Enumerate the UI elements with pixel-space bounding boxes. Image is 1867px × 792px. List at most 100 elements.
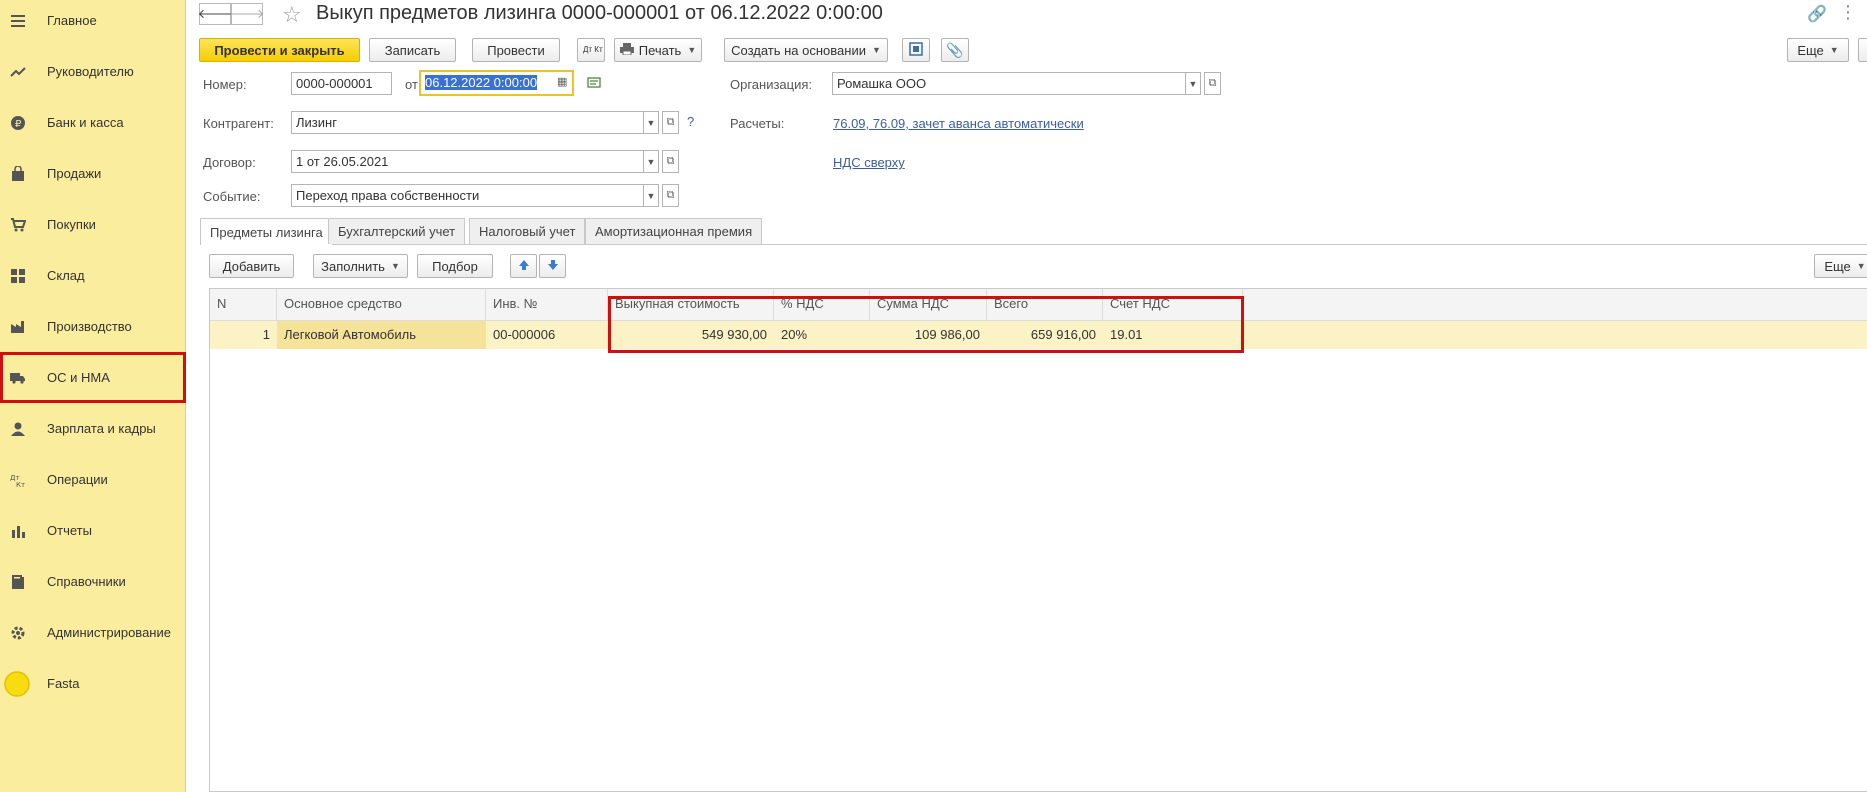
cell-total[interactable]: 659 916,00 (987, 321, 1103, 349)
cart-icon (9, 216, 27, 234)
sidebar-item-production[interactable]: Производство (0, 301, 186, 352)
settlements-label: Расчеты: (730, 116, 785, 131)
calendar-icon[interactable]: ▦ (557, 75, 567, 88)
tab-depreciation-bonus[interactable]: Амортизационная премия (585, 218, 763, 244)
arrow-up-icon (518, 259, 530, 274)
add-row-button[interactable]: Добавить (209, 254, 294, 278)
chevron-down-icon: ▼ (646, 117, 656, 128)
sidebar-item-fixed-assets[interactable]: ОС и НМА (0, 352, 186, 403)
coin-icon: ₽ (9, 114, 27, 132)
tab-leasing-items[interactable]: Предметы лизинга (200, 218, 333, 245)
more-label: Еще (1824, 258, 1851, 274)
contract-field[interactable]: 1 от 26.05.2021 (291, 150, 659, 173)
structure-button[interactable] (902, 38, 930, 62)
sidebar-item-label: Продажи (47, 166, 102, 181)
print-button[interactable]: Печать ▼ (614, 38, 702, 62)
sidebar-item-salary[interactable]: Зарплата и кадры (0, 403, 186, 454)
print-label: Печать (638, 42, 682, 58)
sidebar-item-bank[interactable]: ₽ Банк и касса (0, 97, 186, 148)
favorite-star-icon[interactable]: ☆ (282, 2, 302, 28)
contract-open-button[interactable]: ⧉ (662, 150, 679, 173)
cell-buyout[interactable]: 549 930,00 (608, 321, 774, 349)
move-up-button[interactable] (510, 254, 537, 278)
cell-vat-sum[interactable]: 109 986,00 (870, 321, 987, 349)
save-button[interactable]: Записать (369, 38, 456, 62)
sidebar-item-manager[interactable]: Руководителю (0, 46, 186, 97)
sidebar-item-warehouse[interactable]: Склад (0, 250, 186, 301)
more-vertical-icon[interactable]: ⋮ (1839, 2, 1857, 23)
sidebar-item-label: Покупки (47, 217, 96, 232)
sidebar-item-reports[interactable]: Отчеты (0, 505, 186, 556)
leasing-items-table: N Основное средство Инв. № Выкупная стои… (209, 288, 1867, 792)
settlements-link[interactable]: 76.09, 76.09, зачет аванса автоматически (833, 116, 1084, 131)
sidebar-item-sales[interactable]: Продажи (0, 148, 186, 199)
column-header-asset[interactable]: Основное средство (277, 289, 486, 320)
cell-n[interactable]: 1 (210, 321, 277, 349)
organization-dropdown[interactable]: ▼ (1185, 72, 1201, 95)
sidebar-item-purchases[interactable]: Покупки (0, 199, 186, 250)
sidebar-item-fasta[interactable]: Fasta (0, 658, 186, 709)
forward-button[interactable]: 🡒 (229, 3, 265, 25)
arrow-right-icon: 🡒 (229, 6, 265, 21)
cell-vat-account[interactable]: 19.01 (1103, 321, 1243, 349)
more-button[interactable]: Еще ▼ (1787, 38, 1849, 62)
help-icon[interactable]: ? (687, 114, 694, 129)
sidebar-item-label: Отчеты (47, 523, 92, 538)
tab-accounting[interactable]: Бухгалтерский учет (328, 218, 466, 244)
number-field[interactable]: 0000-000001 (291, 72, 392, 95)
factory-icon (9, 318, 27, 336)
move-down-button[interactable] (539, 254, 566, 278)
attach-button[interactable]: 📎 (941, 38, 969, 62)
sidebar-item-references[interactable]: Справочники (0, 556, 186, 607)
circle-icon (4, 670, 30, 697)
tab-tax[interactable]: Налоговый учет (469, 218, 586, 244)
vat-link[interactable]: НДС сверху (833, 155, 905, 170)
post-and-close-button[interactable]: Провести и закрыть (199, 38, 360, 62)
grid-icon (9, 267, 27, 285)
sidebar-item-admin[interactable]: Администрирование (0, 607, 186, 658)
cell-asset[interactable]: Легковой Автомобиль (277, 321, 486, 349)
back-button[interactable]: 🡐 (198, 3, 232, 25)
document-form: 🡐 🡒 ☆ Выкуп предметов лизинга 0000-00000… (187, 0, 1867, 792)
sidebar-item-main[interactable]: Главное (0, 0, 186, 46)
cell-vat-rate[interactable]: 20% (774, 321, 870, 349)
organization-open-button[interactable]: ⧉ (1204, 72, 1221, 95)
event-open-button[interactable]: ⧉ (662, 184, 679, 207)
column-header-vat-sum[interactable]: Сумма НДС (870, 289, 987, 320)
column-header-inv[interactable]: Инв. № (486, 289, 608, 320)
post-button[interactable]: Провести (472, 38, 560, 62)
contractor-open-button[interactable]: ⧉ (662, 111, 679, 134)
column-header-total[interactable]: Всего (987, 289, 1103, 320)
truck-icon (9, 369, 27, 387)
column-header-vat-rate[interactable]: % НДС (774, 289, 870, 320)
contract-dropdown[interactable]: ▼ (643, 150, 659, 173)
event-dropdown[interactable]: ▼ (643, 184, 659, 207)
organization-field[interactable]: Ромашка ООО (832, 72, 1201, 95)
contractor-dropdown[interactable]: ▼ (643, 111, 659, 134)
sidebar-item-label: Производство (47, 319, 132, 334)
link-icon[interactable]: 🔗 (1807, 4, 1827, 24)
create-based-on-button[interactable]: Создать на основании ▼ (724, 38, 888, 62)
gear-icon (9, 624, 27, 642)
history-icon[interactable] (587, 76, 603, 93)
help-button[interactable] (1858, 38, 1867, 62)
sidebar-item-label: Руководителю (47, 64, 134, 79)
page-title: Выкуп предметов лизинга 0000-000001 от 0… (316, 2, 883, 24)
cell-inv[interactable]: 00-000006 (486, 321, 608, 349)
sidebar-item-label: Зарплата и кадры (47, 421, 156, 436)
fill-button[interactable]: Заполнить ▼ (313, 254, 408, 278)
column-header-n[interactable]: N (210, 289, 277, 320)
sidebar-item-operations[interactable]: Дт Кт Операции (0, 454, 186, 505)
date-field[interactable]: 06.12.2022 0:00:00 (419, 70, 574, 96)
sidebar-item-label: Склад (47, 268, 85, 283)
tabs-divider (200, 244, 1867, 245)
dt-kt-button[interactable]: Дт Кт (577, 38, 605, 62)
column-header-buyout[interactable]: Выкупная стоимость (608, 289, 774, 320)
event-field[interactable]: Переход права собственности (291, 184, 659, 207)
contractor-field[interactable]: Лизинг (291, 111, 659, 134)
column-header-vat-account[interactable]: Счет НДС (1103, 289, 1243, 320)
table-row[interactable]: 1 Легковой Автомобиль 00-000006 549 930,… (210, 321, 1867, 349)
select-button[interactable]: Подбор (417, 254, 493, 278)
bag-icon (9, 165, 27, 183)
table-more-button[interactable]: Еще ▼ (1814, 254, 1867, 278)
